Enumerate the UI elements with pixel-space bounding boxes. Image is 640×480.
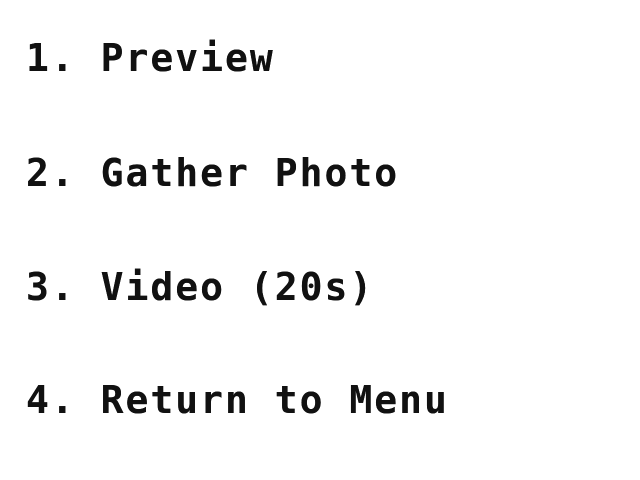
menu-item-return-to-menu[interactable]: 4. Return to Menu xyxy=(26,375,449,425)
menu-item-label: 3. Video (20s) xyxy=(26,265,375,309)
menu-item-label: 4. Return to Menu xyxy=(26,378,449,422)
menu-item-gather-photo[interactable]: 2. Gather Photo xyxy=(26,148,399,198)
menu-item-video[interactable]: 3. Video (20s) xyxy=(26,262,374,312)
menu-item-label: 2. Gather Photo xyxy=(26,151,400,195)
menu-item-label: 1. Preview xyxy=(26,36,275,80)
menu-item-preview[interactable]: 1. Preview xyxy=(26,33,275,83)
menu-screen: 1. Preview 2. Gather Photo 3. Video (20s… xyxy=(0,0,640,480)
